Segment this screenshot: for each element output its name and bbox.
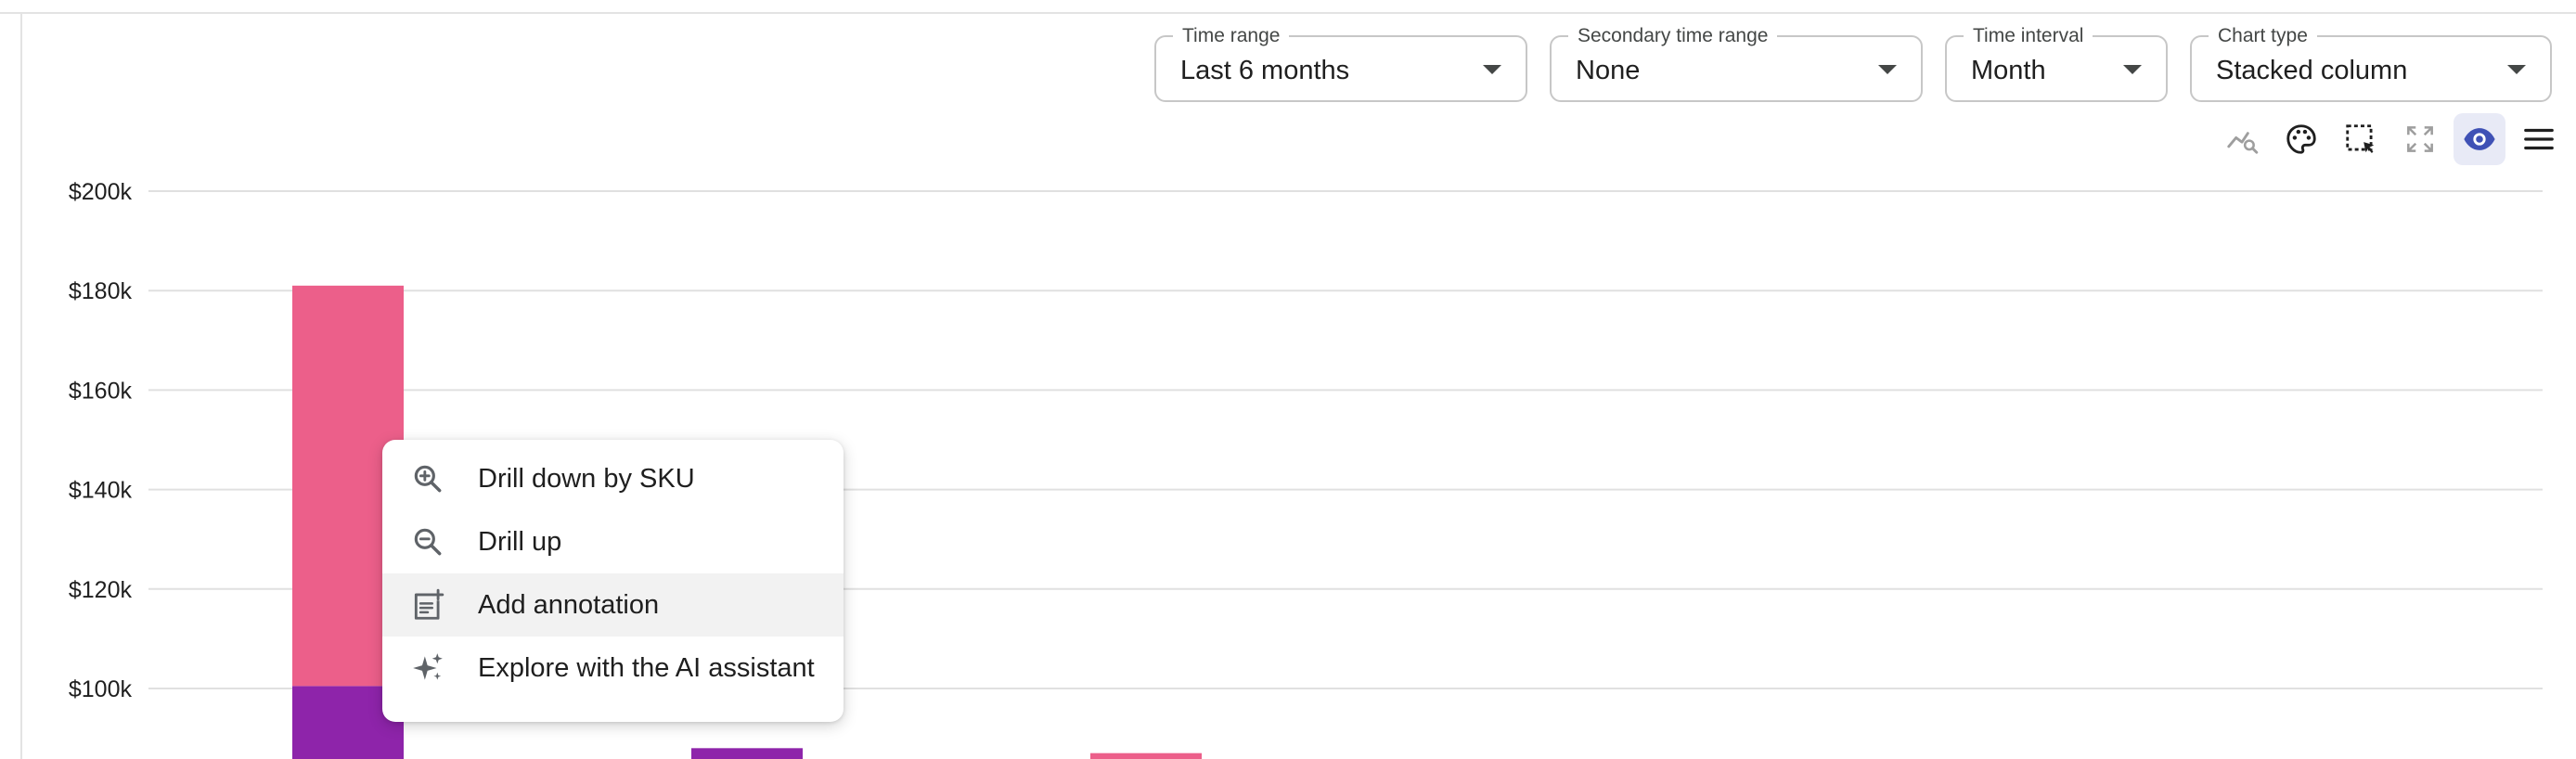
menu-item-drill-up[interactable]: Drill up [382,510,844,573]
secondary-time-range-value: None [1576,56,1641,85]
menu-item-explore-ai[interactable]: Explore with the AI assistant [382,637,844,700]
y-tick-label: $140k [69,478,133,504]
menu-item-label: Drill down by SKU [478,464,695,494]
chart-type-label: Chart type [2209,24,2317,48]
time-interval-label: Time interval [1964,24,2093,48]
menu-item-label: Drill up [478,527,562,557]
fullscreen-button[interactable] [2394,113,2446,165]
select-region-button[interactable] [2335,113,2387,165]
chart-controls: Time range Last 6 months Secondary time … [1154,24,2552,102]
y-tick-label: $120k [69,577,133,603]
y-tick-label: $160k [69,378,133,404]
menu-icon [2524,128,2554,150]
time-interval-select[interactable]: Time interval Month [1945,24,2168,102]
fullscreen-icon [2407,126,2433,152]
zoom-in-icon [414,465,442,493]
visibility-icon [2464,128,2495,150]
caret-down-icon [1483,65,1501,74]
menu-item-add-annotation[interactable]: Add annotation [382,573,844,637]
note-add-icon [414,588,444,620]
bar-segment[interactable] [1090,753,1202,759]
secondary-time-range-label: Secondary time range [1568,24,1778,48]
chart-type-value: Stacked column [2216,56,2408,85]
sparkle-icon [413,653,443,680]
palette-icon [2286,124,2316,154]
time-interval-value: Month [1971,56,2046,85]
time-range-label: Time range [1173,24,1290,48]
caret-down-icon [1878,65,1897,74]
y-tick-label: $200k [69,179,133,205]
time-range-select[interactable]: Time range Last 6 months [1154,24,1527,102]
menu-item-label: Add annotation [478,590,660,620]
menu-item-label: Explore with the AI assistant [478,653,815,683]
caret-down-icon [2507,65,2526,74]
visibility-button[interactable] [2454,113,2505,165]
palette-button[interactable] [2275,113,2327,165]
y-tick-label: $100k [69,676,133,702]
caret-down-icon [2123,65,2142,74]
chart-toolbar [2216,113,2565,165]
secondary-time-range-select[interactable]: Secondary time range None [1550,24,1923,102]
select-region-icon [2346,124,2375,154]
context-menu: Drill down by SKU Drill up Add annotatio… [382,440,844,722]
insights-icon [2227,132,2259,154]
y-tick-label: $180k [69,278,133,304]
menu-button[interactable] [2513,113,2565,165]
zoom-out-icon [414,528,442,556]
chart-type-select[interactable]: Chart type Stacked column [2190,24,2552,102]
bar-segment[interactable] [691,748,803,759]
insights-button[interactable] [2216,113,2268,165]
menu-item-drill-down[interactable]: Drill down by SKU [382,447,844,510]
time-range-value: Last 6 months [1180,56,1350,85]
